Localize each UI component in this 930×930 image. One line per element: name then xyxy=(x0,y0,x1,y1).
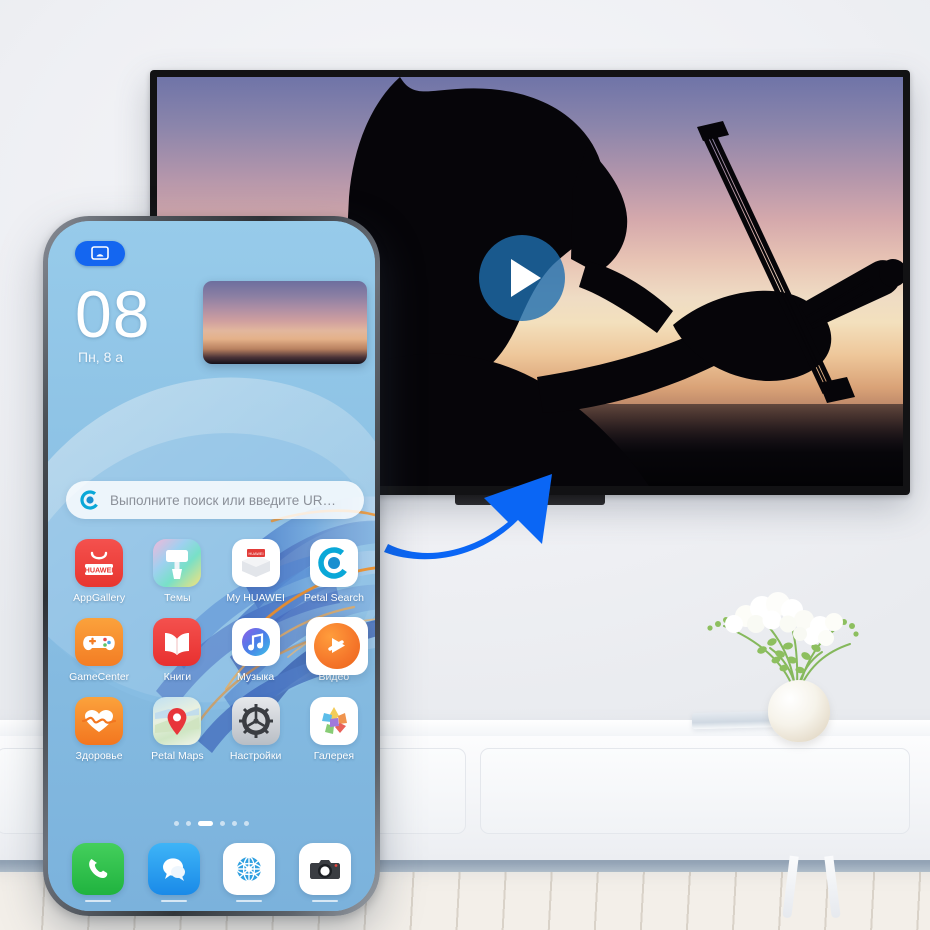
settings-icon xyxy=(231,697,280,745)
app-music[interactable]: Музыка xyxy=(217,618,295,683)
dock-app-browser[interactable] xyxy=(223,843,276,902)
app-themes[interactable]: Темы xyxy=(138,539,216,604)
app-health[interactable]: Здоровье xyxy=(60,697,138,762)
dock-app-messages[interactable] xyxy=(147,843,200,902)
page-dot[interactable] xyxy=(244,821,249,826)
phone-screen: 08 Пн, 8 а Выполните поиск или введите U… xyxy=(48,221,375,911)
books-icon xyxy=(153,618,202,666)
petal-search-icon xyxy=(309,539,358,587)
search-input[interactable]: Выполните поиск или введите UR… xyxy=(66,481,364,519)
app-label: My HUAWEI xyxy=(226,592,285,604)
app-label: Настройки xyxy=(229,750,282,762)
clock-widget-date: Пн, 8 а xyxy=(78,349,124,365)
app-petal-search[interactable]: Petal Search xyxy=(295,539,373,604)
page-dot[interactable] xyxy=(174,821,179,826)
my-huawei-icon: HUAWEI xyxy=(231,539,280,587)
petal-maps-icon xyxy=(153,697,202,745)
svg-text:HUAWEI: HUAWEI xyxy=(85,565,114,574)
clock-widget-time: 08 xyxy=(75,277,151,351)
gamecenter-icon xyxy=(75,618,124,666)
page-dot-active[interactable] xyxy=(198,821,213,826)
video-thumbnail[interactable] xyxy=(203,281,367,364)
app-label: Темы xyxy=(164,592,191,604)
app-label: Petal Search xyxy=(303,592,364,604)
app-appgallery[interactable]: HUAWEI AppGallery xyxy=(60,539,138,604)
page-dot[interactable] xyxy=(232,821,237,826)
flower-vase xyxy=(768,680,830,742)
huawei-phone: 08 Пн, 8 а Выполните поиск или введите U… xyxy=(43,216,380,916)
app-label: Книги xyxy=(163,671,192,683)
app-label: GameCenter xyxy=(69,671,130,683)
dock-app-phone[interactable] xyxy=(71,843,124,902)
health-icon xyxy=(75,697,124,745)
messages-icon xyxy=(162,858,185,881)
console-drawer-right xyxy=(480,748,910,834)
page-dot[interactable] xyxy=(220,821,225,826)
app-gamecenter[interactable]: GameCenter xyxy=(60,618,138,683)
page-indicator[interactable] xyxy=(48,821,375,826)
dock xyxy=(60,843,363,902)
dock-app-camera[interactable] xyxy=(299,843,352,902)
app-gallery[interactable]: Галерея xyxy=(295,697,373,762)
search-placeholder: Выполните поиск или введите UR… xyxy=(110,492,336,508)
app-label: Музыка xyxy=(237,671,275,683)
cast-screen-icon xyxy=(91,246,109,260)
page-dot[interactable] xyxy=(186,821,191,826)
app-petal-maps[interactable]: Petal Maps xyxy=(138,697,216,762)
app-my-huawei[interactable]: HUAWEI My HUAWEI xyxy=(217,539,295,604)
play-icon xyxy=(511,259,541,297)
huawei-video-floating-icon[interactable] xyxy=(306,617,368,675)
app-settings[interactable]: Настройки xyxy=(217,697,295,762)
scene-root: 08 Пн, 8 а Выполните поиск или введите U… xyxy=(0,0,930,930)
cast-badge-button[interactable] xyxy=(75,241,125,266)
browser-icon xyxy=(236,856,263,882)
petal-search-icon xyxy=(80,490,100,510)
gallery-icon xyxy=(309,697,358,745)
app-label: AppGallery xyxy=(73,592,126,604)
camera-icon xyxy=(310,860,341,879)
phone-icon xyxy=(89,859,108,878)
play-icon xyxy=(328,638,345,653)
app-label: Здоровье xyxy=(75,750,123,762)
themes-icon xyxy=(153,539,202,587)
orchid-plant xyxy=(688,592,868,742)
svg-text:HUAWEI: HUAWEI xyxy=(248,552,263,556)
app-label: Галерея xyxy=(313,750,355,762)
play-button[interactable] xyxy=(479,235,565,321)
cast-direction-arrow xyxy=(380,440,580,570)
appgallery-icon: HUAWEI xyxy=(75,539,124,587)
music-icon xyxy=(231,618,280,666)
app-books[interactable]: Книги xyxy=(138,618,216,683)
app-label: Petal Maps xyxy=(151,750,204,762)
